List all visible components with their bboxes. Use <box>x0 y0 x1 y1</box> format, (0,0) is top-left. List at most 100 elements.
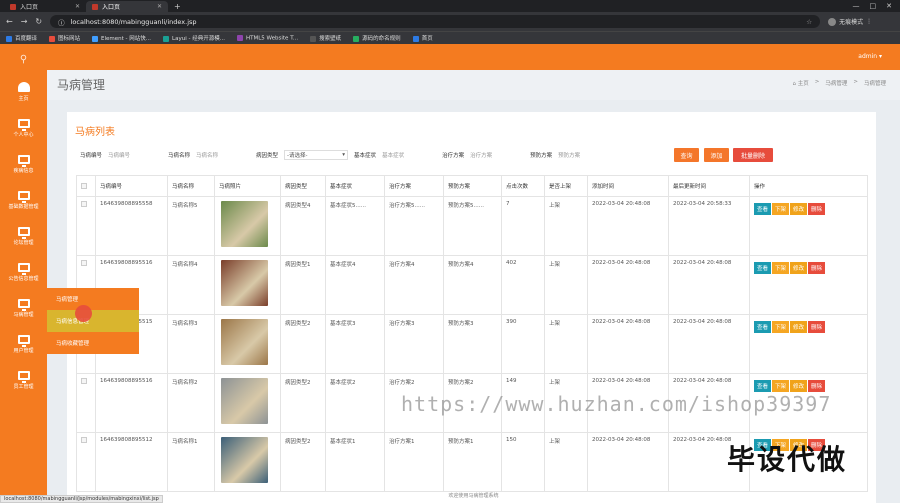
sidebar-item[interactable]: 个人中心 <box>0 110 47 146</box>
offshelf-button[interactable]: 下架 <box>772 380 790 392</box>
menu-dots-icon[interactable]: ⋮ <box>866 18 872 25</box>
sidebar-item[interactable]: 用户管理 <box>0 326 47 362</box>
delete-button[interactable]: 删除 <box>808 262 826 274</box>
cell-treat: 治疗方案4 <box>384 255 444 315</box>
cell-type: 病因类型1 <box>280 255 326 315</box>
cell-name: 马病名称4 <box>167 255 215 315</box>
url-field[interactable]: ⓘ localhost:8080/mabingguanli/index.jsp ☆ <box>50 15 821 28</box>
breadcrumb-current: 马病管理 <box>863 81 886 87</box>
browser-tab-active[interactable]: 入口页 ✕ <box>86 1 168 12</box>
bookmark-label: 百度翻译 <box>15 36 38 42</box>
view-button[interactable]: 查看 <box>754 380 772 392</box>
close-icon[interactable]: ✕ <box>157 3 162 10</box>
sidebar-item[interactable]: 马病管理 <box>0 290 47 326</box>
bookmark-item[interactable]: 源码的命名规则 <box>353 34 401 42</box>
code-search-input[interactable]: 马病编号 <box>108 151 164 159</box>
row-checkbox[interactable] <box>81 437 87 443</box>
reload-icon[interactable]: ↻ <box>35 17 42 26</box>
cell-symptom: 基本症状5...... <box>325 196 385 256</box>
row-checkbox[interactable] <box>81 378 87 384</box>
sidebar-item[interactable]: 主页 <box>0 74 47 110</box>
sidebar-item[interactable]: 基础数据管理 <box>0 182 47 218</box>
offshelf-button[interactable]: 下架 <box>772 262 790 274</box>
view-button[interactable]: 查看 <box>754 321 772 333</box>
close-window-icon[interactable]: ✕ <box>886 2 892 10</box>
select-all-checkbox[interactable] <box>81 183 87 189</box>
sidebar-item[interactable]: 公告信息管理 <box>0 254 47 290</box>
submenu-item[interactable]: 马病管理 <box>47 288 139 310</box>
cell-symptom: 基本症状2 <box>325 373 385 433</box>
bookmarks-bar: 百度翻译 图标网站 Element - 网站快... Layui - 经典开源模… <box>0 31 900 44</box>
profile-button[interactable]: 无痕模式 ⋮ <box>828 17 872 26</box>
offshelf-button[interactable]: 下架 <box>772 203 790 215</box>
sidebar-item[interactable]: 论坛管理 <box>0 218 47 254</box>
edit-button[interactable]: 修改 <box>790 380 808 392</box>
monitor-icon <box>17 298 30 311</box>
page-header: 马病管理 ⌂ 主页 > 马病管理 > 马病管理 <box>47 70 900 100</box>
user-menu[interactable]: admin ▾ <box>858 53 882 60</box>
maximize-icon[interactable]: □ <box>870 2 877 10</box>
watermark-text: 毕设代做 <box>727 443 848 476</box>
bookmark-label: 首页 <box>421 36 433 42</box>
row-checkbox[interactable] <box>81 201 87 207</box>
bookmark-item[interactable]: Element - 网站快... <box>92 34 151 42</box>
bookmark-item[interactable]: 搜索壁纸 <box>310 34 341 42</box>
logo-icon: ⚲ <box>19 53 28 65</box>
breadcrumb-home[interactable]: ⌂ 主页 <box>793 79 809 87</box>
tab-favicon-icon <box>10 3 16 10</box>
cell-type: 病因类型2 <box>280 432 326 492</box>
address-bar-row: ← → ↻ ⓘ localhost:8080/mabingguanli/index… <box>0 12 900 31</box>
edit-button[interactable]: 修改 <box>790 321 808 333</box>
minimize-icon[interactable]: — <box>853 2 860 10</box>
add-button[interactable]: 添加 <box>704 148 729 162</box>
treat-search-input[interactable]: 治疗方案 <box>470 151 526 159</box>
batch-delete-button[interactable]: 批量删除 <box>733 148 773 162</box>
bookmark-item[interactable]: 图标网站 <box>49 34 80 42</box>
delete-button[interactable]: 删除 <box>808 203 826 215</box>
bookmark-icon <box>236 34 243 41</box>
row-select-cell <box>76 196 96 256</box>
bookmark-item[interactable]: 百度翻译 <box>6 34 37 42</box>
prevent-label: 预防方案 <box>530 153 553 159</box>
cell-treat: 治疗方案1 <box>384 432 444 492</box>
close-icon[interactable]: ✕ <box>75 3 80 10</box>
browser-tab[interactable]: 入口页 ✕ <box>4 1 86 12</box>
sidebar-item-label: 疾病信息 <box>13 167 34 174</box>
submenu-item-highlighted[interactable]: 马病信息管理 <box>47 310 139 332</box>
offshelf-button[interactable]: 下架 <box>772 321 790 333</box>
cell-prevent: 预防方案5...... <box>443 196 502 256</box>
back-icon[interactable]: ← <box>6 17 13 26</box>
cell-code: 164639808895516 <box>95 373 168 433</box>
submenu-item[interactable]: 马病收藏管理 <box>47 332 139 354</box>
horse-photo <box>221 201 268 247</box>
edit-button[interactable]: 修改 <box>790 203 808 215</box>
monitor-icon <box>17 190 30 203</box>
bookmark-star-icon[interactable]: ☆ <box>806 18 812 26</box>
sidebar-item[interactable]: 员工管理 <box>0 362 47 398</box>
query-button[interactable]: 查询 <box>674 148 699 162</box>
symptom-search-input[interactable]: 基本症状 <box>382 151 438 159</box>
edit-button[interactable]: 修改 <box>790 262 808 274</box>
sidebar: ⚲ 主页 个人中心疾病信息基础数据管理 论坛管理 公告信息管理 马病管理 用户管理员工管理 <box>0 44 47 503</box>
delete-button[interactable]: 删除 <box>808 321 826 333</box>
delete-button[interactable]: 删除 <box>808 380 826 392</box>
column-header: 病因类型 <box>280 175 326 197</box>
view-button[interactable]: 查看 <box>754 203 772 215</box>
bookmark-item[interactable]: HTML5 Website T... <box>236 34 298 41</box>
forward-icon[interactable]: → <box>21 17 28 26</box>
name-search-input[interactable]: 马病名称 <box>196 151 252 159</box>
bookmark-item[interactable]: Layui - 经典开源模... <box>163 34 225 42</box>
type-select[interactable]: -请选择- ▾ <box>284 150 349 160</box>
view-button[interactable]: 查看 <box>754 262 772 274</box>
bookmark-item[interactable]: 首页 <box>412 34 433 42</box>
new-tab-icon[interactable]: + <box>174 2 181 11</box>
sidebar-item-label: 员工管理 <box>13 383 34 390</box>
breadcrumb-item[interactable]: 马病管理 <box>825 79 847 87</box>
prevent-search-input[interactable]: 预防方案 <box>558 151 614 159</box>
bookmark-icon <box>353 35 360 42</box>
sidebar-item[interactable]: 疾病信息 <box>0 146 47 182</box>
row-actions: 查看 下架 修改 删除 <box>754 319 863 333</box>
column-header: 点击次数 <box>501 175 545 197</box>
row-checkbox[interactable] <box>81 260 87 266</box>
bookmark-label: Element - 网站快... <box>101 36 152 42</box>
